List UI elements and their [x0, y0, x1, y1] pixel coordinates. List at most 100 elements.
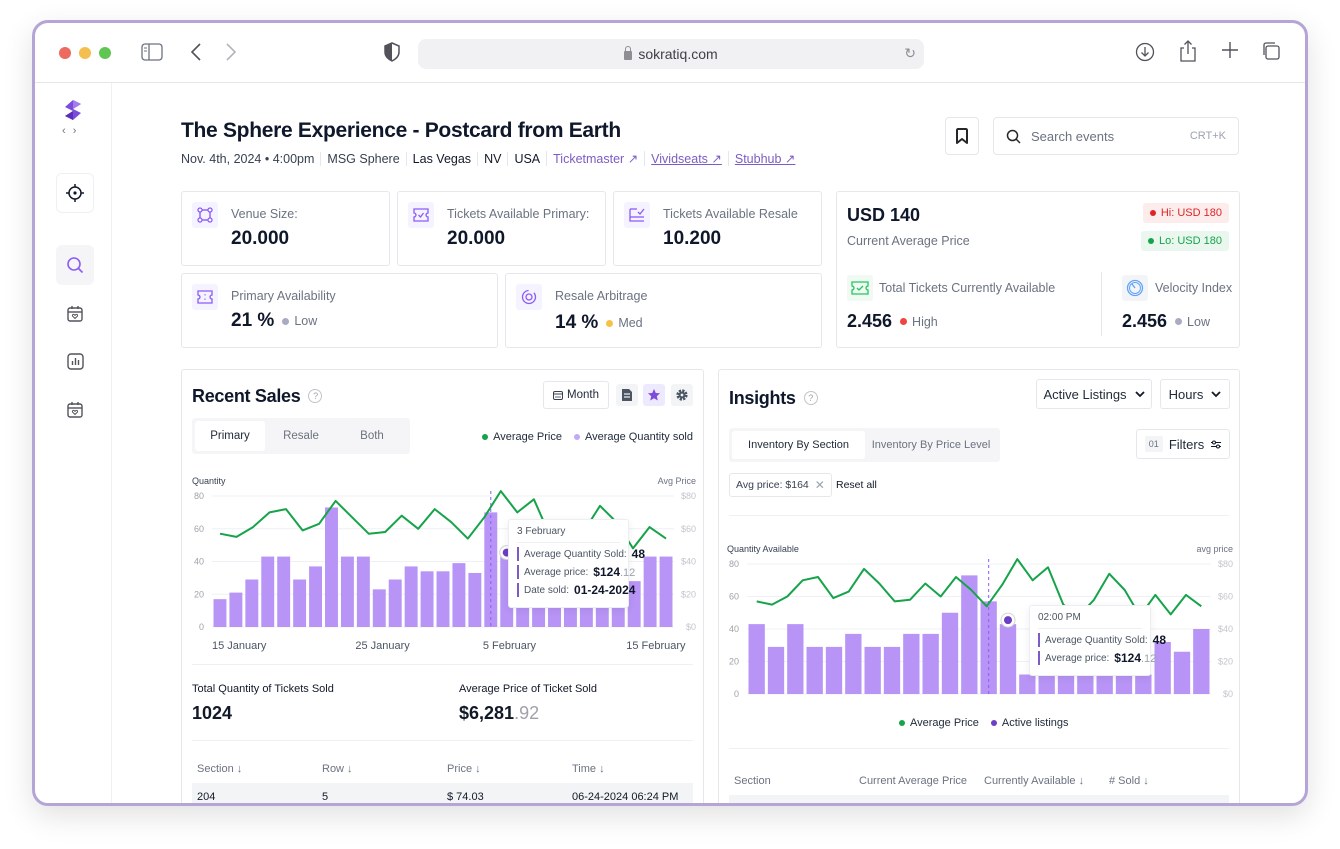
tab-inventory-by-section[interactable]: Inventory By Section [732, 431, 865, 459]
bar [245, 579, 259, 627]
minimize-window-button[interactable] [79, 47, 91, 59]
shield-icon[interactable] [384, 42, 400, 65]
y-tick-label: 60 [729, 592, 739, 602]
tab-primary[interactable]: Primary [195, 421, 265, 451]
reset-all-link[interactable]: Reset all [836, 479, 877, 491]
bar [309, 566, 323, 627]
column-header-available[interactable]: Currently Available ↓ [984, 775, 1084, 787]
y-tick-label: 60 [194, 524, 204, 534]
dropdown-label: Hours [1168, 386, 1204, 402]
column-header-price[interactable]: Price ↓ [447, 763, 481, 775]
forward-icon[interactable] [225, 42, 237, 65]
hover-marker-dot [1004, 616, 1012, 625]
search-events-input[interactable]: Search events CRT+K [993, 117, 1239, 155]
bar [1019, 674, 1036, 694]
active-listings-dropdown[interactable]: Active Listings [1036, 379, 1152, 409]
sidebar-item-analytics[interactable] [56, 341, 94, 381]
cell-section: 204 [197, 791, 216, 803]
y-tick-label: 0 [734, 689, 739, 699]
insights-panel: Insights? Active Listings Hours Inventor… [718, 369, 1240, 803]
favorite-button[interactable] [643, 384, 665, 406]
column-header-avg-price[interactable]: Current Average Price [859, 775, 967, 787]
sidebar-item-search[interactable] [56, 245, 94, 285]
new-tab-icon[interactable] [1221, 41, 1239, 62]
sokratiq-logo[interactable] [64, 99, 82, 126]
collapse-sidebar-toggle[interactable]: ‹ › [62, 125, 78, 137]
insights-title-text: Insights [729, 388, 796, 408]
column-header-section[interactable]: Section ↓ [197, 763, 242, 775]
close-window-button[interactable] [59, 47, 71, 59]
sidebar-item-calendar[interactable] [56, 389, 94, 429]
average-price-label: Average Price of Ticket Sold [459, 683, 597, 695]
share-icon[interactable] [1179, 39, 1197, 66]
hours-dropdown[interactable]: Hours [1160, 379, 1230, 409]
period-button[interactable]: Month [543, 381, 609, 409]
app-sidebar: ‹ › [35, 83, 112, 803]
bar [825, 646, 843, 694]
tab-resale[interactable]: Resale [265, 421, 337, 451]
primary-availability-card: Primary Availability 21 % Low [181, 273, 498, 348]
filters-button[interactable]: 01 Filters [1136, 429, 1230, 459]
search-placeholder: Search events [1031, 128, 1115, 144]
legend-label: Active listings [1001, 717, 1069, 729]
avg-int: $6,281 [459, 703, 515, 723]
help-icon[interactable]: ? [308, 389, 323, 403]
gear-icon [676, 389, 688, 401]
tooltip-value: $124.12 [593, 565, 635, 579]
table-row[interactable]: 204 5 $ 74.03 06-24-2024 06:24 PM [192, 783, 693, 803]
price-dec: .12 [620, 567, 636, 579]
column-header-time[interactable]: Time ↓ [572, 763, 605, 775]
browser-window: sokratiq.com ↻ ‹ › The Sphere Experience… [32, 20, 1308, 806]
star-icon [648, 389, 660, 401]
column-header-sold[interactable]: # Sold ↓ [1109, 775, 1149, 787]
column-header-row[interactable]: Row ↓ [322, 763, 353, 775]
tab-inventory-by-price-level[interactable]: Inventory By Price Level [865, 431, 997, 459]
sidebar-item-target[interactable] [56, 173, 94, 213]
address-bar[interactable]: sokratiq.com ↻ [418, 39, 924, 69]
resale-arbitrage-card: Resale Arbitrage 14 % Med [505, 273, 822, 348]
back-icon[interactable] [190, 42, 202, 65]
column-header-section[interactable]: Section [734, 775, 771, 787]
sidebar-toggle-icon[interactable] [141, 43, 163, 64]
speedometer-icon [1122, 275, 1148, 301]
sidebar-item-events[interactable] [56, 293, 94, 333]
report-button[interactable] [616, 384, 638, 406]
vividseats-link[interactable]: Vividseats ↗ [644, 151, 728, 166]
page-title: The Sphere Experience - Postcard from Ea… [181, 119, 621, 142]
bar [787, 624, 804, 694]
download-icon[interactable] [1135, 42, 1155, 65]
y-tick-label: 40 [729, 624, 739, 634]
filter-chip[interactable]: Avg price: $164 ✕ [729, 473, 832, 497]
y-tick-label: 80 [729, 559, 739, 569]
settings-button[interactable] [671, 384, 693, 406]
help-icon[interactable]: ? [803, 391, 818, 405]
tab-both[interactable]: Both [337, 421, 407, 451]
bar [999, 624, 1017, 694]
calendar-heart-icon [67, 305, 83, 322]
y-tick-label: 20 [729, 657, 739, 667]
browser-toolbar: sokratiq.com ↻ [35, 23, 1305, 83]
ticketmaster-link[interactable]: Ticketmaster ↗ [546, 151, 644, 166]
stubhub-link[interactable]: Stubhub ↗ [727, 151, 802, 166]
event-state: NV [477, 151, 507, 166]
table-row[interactable] [729, 795, 1229, 803]
level-text: Low [1187, 314, 1210, 329]
y2-tick-label: $60 [681, 524, 696, 534]
kpi-label: Resale Arbitrage [555, 289, 648, 303]
bar [864, 646, 881, 694]
low-dot [1148, 238, 1155, 244]
tooltip-qty: Average Quantity Sold: 48 [517, 547, 645, 561]
level-dot [900, 318, 908, 325]
x-tick-label: 15 January [212, 640, 267, 652]
bar [1154, 642, 1171, 694]
bar [340, 556, 354, 627]
maximize-window-button[interactable] [99, 47, 111, 59]
tab-overview-icon[interactable] [1261, 41, 1281, 64]
level-badge: Low [282, 314, 317, 328]
reload-icon[interactable]: ↻ [904, 45, 916, 62]
legend-swatch-listings [990, 720, 997, 726]
tooltip-label: Average Quantity Sold: [1045, 634, 1148, 646]
remove-filter-icon[interactable]: ✕ [815, 478, 825, 492]
bookmark-button[interactable] [945, 117, 979, 155]
x-tick-label: 15 February [626, 640, 686, 652]
